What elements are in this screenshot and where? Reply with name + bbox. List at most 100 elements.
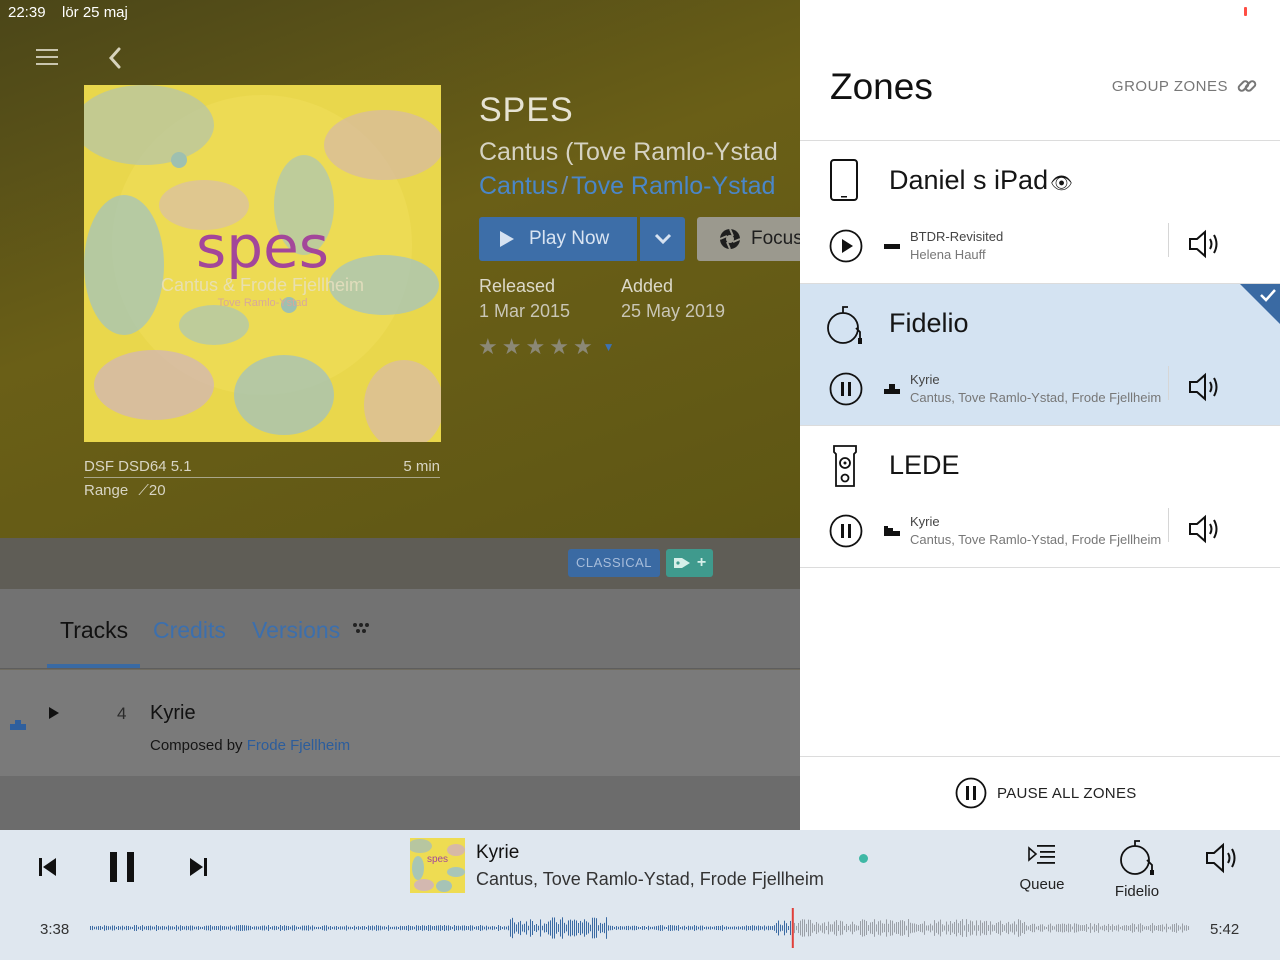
volume-icon[interactable]: [1204, 842, 1244, 874]
star-icon[interactable]: ★: [573, 334, 593, 360]
tab-credits[interactable]: Credits: [153, 617, 226, 644]
next-track-icon[interactable]: [188, 857, 208, 877]
play-options-button[interactable]: [640, 217, 685, 261]
waveform-bar: [1126, 925, 1127, 931]
tab-tracks[interactable]: Tracks: [60, 617, 128, 644]
location-icon: [1190, 4, 1205, 19]
waveform-bar: [1116, 925, 1117, 931]
now-playing-cover[interactable]: spes: [410, 838, 465, 893]
waveform-bar: [840, 920, 841, 936]
waveform-bar: [240, 925, 241, 931]
queue-button[interactable]: Queue: [1012, 843, 1072, 893]
waveform-bar: [282, 926, 283, 930]
artist-links: Cantus / Tove Ramlo-Ystad: [479, 172, 775, 201]
waveform-bar: [584, 919, 585, 937]
volume-icon[interactable]: [1188, 514, 1224, 544]
waveform-bar: [1000, 920, 1001, 936]
track-title[interactable]: Kyrie: [150, 702, 196, 725]
plus-icon: +: [696, 554, 707, 571]
waveform-bar: [1100, 926, 1101, 930]
focus-button[interactable]: Focus: [697, 217, 800, 261]
waveform-bar: [636, 926, 637, 930]
pause-icon[interactable]: [829, 514, 863, 548]
group-zones-button[interactable]: GROUP ZONES: [1112, 75, 1258, 97]
waveform-seekbar[interactable]: [90, 908, 1190, 948]
waveform-bar: [730, 926, 731, 930]
app-root: 22:39 lör 25 maj 8 % spes Cantus & Frode…: [0, 0, 1280, 960]
waveform-bar: [868, 925, 869, 931]
zone-button[interactable]: Fidelio: [1106, 838, 1168, 900]
waveform-bar: [1104, 924, 1105, 932]
waveform-bar: [1092, 926, 1093, 930]
waveform-bar: [138, 926, 139, 930]
artist-link[interactable]: Cantus: [479, 172, 558, 200]
waveform-bar: [116, 926, 117, 930]
add-tag-button[interactable]: +: [666, 549, 713, 577]
zone-lede[interactable]: LEDE Kyrie Cantus, Tove Ramlo-Ystad, Fro…: [800, 426, 1280, 568]
waveform-bar: [1016, 924, 1017, 932]
waveform-bar: [600, 922, 601, 934]
waveform-bar: [1008, 921, 1009, 935]
waveform-bar: [402, 926, 403, 930]
waveform-bar: [580, 920, 581, 936]
waveform-bar: [1086, 924, 1087, 932]
waveform-bar: [662, 925, 663, 931]
waveform-bar: [560, 919, 561, 937]
waveform-bar: [1174, 924, 1175, 932]
volume-icon[interactable]: [1188, 372, 1224, 402]
rating-dropdown-icon[interactable]: ▼: [603, 340, 615, 354]
waveform-bar: [652, 926, 653, 930]
waveform-bar: [544, 923, 545, 933]
artist-link[interactable]: Tove Ramlo-Ystad: [571, 172, 775, 200]
waveform-bar: [1036, 926, 1037, 930]
waveform-bar: [746, 925, 747, 931]
playhead[interactable]: [791, 908, 794, 948]
waveform-bar: [750, 925, 751, 931]
waveform-bar: [626, 925, 627, 931]
now-playing-title[interactable]: Kyrie: [476, 842, 519, 864]
play-now-button[interactable]: Play Now: [479, 217, 637, 261]
aperture-icon: [719, 228, 741, 250]
waveform-bar: [164, 926, 165, 930]
tab-versions[interactable]: Versions: [252, 617, 340, 644]
zone-daniel-ipad[interactable]: Daniel s iPad 👁 BTDR-Revisited Helena Hau…: [800, 141, 1280, 283]
zone-fidelio[interactable]: Fidelio Kyrie Cantus, Tove Ramlo-Ystad, …: [800, 284, 1280, 426]
waveform-bar: [244, 925, 245, 931]
genre-tag[interactable]: CLASSICAL: [568, 549, 661, 577]
waveform-bar: [378, 925, 379, 931]
waveform-bar: [426, 926, 427, 930]
star-icon[interactable]: ★: [502, 334, 522, 360]
star-icon[interactable]: ★: [478, 334, 498, 360]
waveform-bar: [724, 926, 725, 930]
waveform-bar: [588, 922, 589, 934]
waveform-bar: [224, 926, 225, 930]
rating-stars[interactable]: ★ ★ ★ ★ ★ ▼: [478, 334, 615, 360]
back-arrow-icon[interactable]: [104, 46, 128, 70]
waveform-bar: [1032, 923, 1033, 933]
track-play-icon[interactable]: [48, 706, 60, 720]
volume-icon[interactable]: [1188, 229, 1224, 259]
waveform-bar: [442, 925, 443, 931]
previous-track-icon[interactable]: [38, 857, 58, 877]
waveform-bar: [800, 920, 801, 936]
waveform-bar: [250, 925, 251, 931]
pause-all-zones-button[interactable]: PAUSE ALL ZONES: [955, 777, 1137, 809]
hamburger-menu-icon[interactable]: [36, 48, 58, 66]
waveform-bar: [812, 923, 813, 933]
composer-link[interactable]: Frode Fjellheim: [247, 737, 350, 754]
waveform-bar: [92, 925, 93, 931]
waveform-bar: [300, 926, 301, 930]
waveform-bar: [786, 923, 787, 933]
waveform-bar: [182, 926, 183, 930]
waveform-bar: [464, 925, 465, 931]
pause-icon[interactable]: [829, 372, 863, 406]
pause-icon[interactable]: [108, 851, 136, 883]
waveform-bar: [596, 918, 597, 938]
star-icon[interactable]: ★: [525, 334, 545, 360]
star-icon[interactable]: ★: [549, 334, 569, 360]
now-playing-artists[interactable]: Cantus, Tove Ramlo-Ystad, Frode Fjellhei…: [476, 869, 824, 890]
cover-sub: Tove Ramlo-Ystad: [217, 297, 308, 309]
waveform-bar: [1172, 924, 1173, 932]
status-right: 8 %: [1166, 3, 1272, 20]
play-icon[interactable]: [829, 229, 863, 263]
